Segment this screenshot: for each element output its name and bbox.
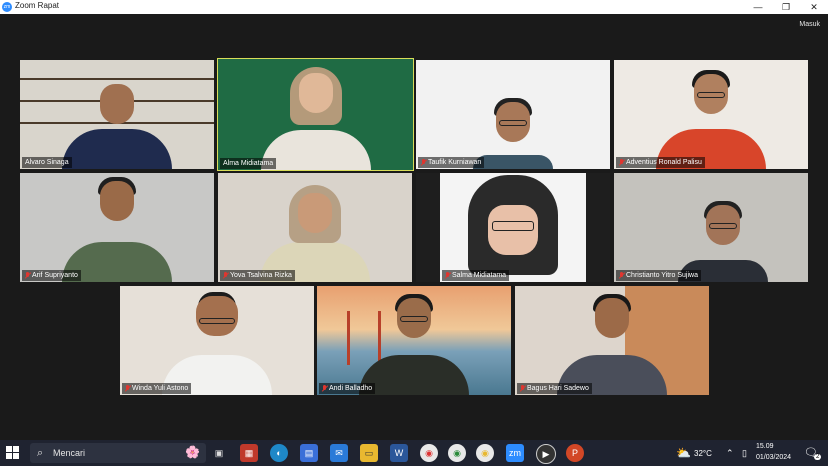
participant-name: Salma Midiatama — [452, 272, 507, 279]
windows-logo-pane — [13, 453, 19, 459]
participant-name-label: Christianto Yitro Sujiwa — [616, 270, 701, 281]
mic-muted-icon — [223, 272, 228, 279]
powerpoint-icon[interactable]: P — [566, 444, 584, 462]
mic-muted-icon — [520, 385, 525, 392]
minimize-button[interactable]: — — [744, 0, 772, 14]
participant-face — [298, 73, 333, 113]
close-button[interactable]: ✕ — [800, 0, 828, 14]
video-tile[interactable]: Yova Tsalvina Rizka — [218, 173, 412, 282]
video-tile[interactable]: Bagus Hari Sadewo — [515, 286, 709, 395]
video-tile[interactable]: Winda Yuli Astono — [120, 286, 314, 395]
zoom-logo-icon: zm — [2, 2, 12, 12]
participant-name-label: Andi Balladho — [319, 383, 376, 394]
mic-muted-icon — [125, 385, 130, 392]
zoom-taskbar-icon[interactable]: zm — [506, 444, 524, 462]
video-tile[interactable]: Salma Midiatama — [416, 173, 610, 282]
video-tile[interactable]: Arif Supriyanto — [20, 173, 214, 282]
participant-name: Adventius Ronald Palisu — [626, 159, 702, 166]
video-tile[interactable]: Christianto Yitro Sujiwa — [614, 173, 808, 282]
mic-muted-icon — [619, 272, 624, 279]
participant-face — [196, 296, 238, 336]
mic-muted-icon — [322, 385, 327, 392]
sign-in-button[interactable]: Masuk — [799, 21, 820, 28]
participant-video — [473, 155, 553, 169]
chevron-up-icon[interactable]: ⌃ — [726, 448, 734, 459]
video-tile-active-speaker[interactable]: Alma Midiatama — [217, 58, 414, 171]
participant-name-label: Yova Tsalvina Rizka — [220, 270, 295, 281]
participant-name-label: Bagus Hari Sadewo — [517, 383, 592, 394]
network-icon[interactable]: ▯ — [742, 448, 747, 459]
participant-name: Bagus Hari Sadewo — [527, 385, 589, 392]
participant-face — [100, 181, 134, 221]
participant-name: Yova Tsalvina Rizka — [230, 272, 292, 279]
bridge-background — [347, 311, 381, 365]
weather-icon: ⛅ — [676, 446, 691, 460]
mic-muted-icon — [445, 272, 450, 279]
store-icon[interactable]: ▤ — [300, 444, 318, 462]
video-tile[interactable]: Taufik Kurniawan — [416, 60, 610, 169]
participant-face — [708, 223, 737, 229]
taskbar: ⌕ Mencari 🌸 ▣ ▦ ◐ ▤ ✉ ▭ W ◉ ◉ ◉ zm ▶ P ⛅… — [0, 440, 828, 466]
participant-name-label: Arif Supriyanto — [22, 270, 81, 281]
windows-logo-pane — [13, 446, 19, 452]
video-tile[interactable]: Adventius Ronald Palisu — [614, 60, 808, 169]
participant-name-label: Adventius Ronald Palisu — [616, 157, 705, 168]
notification-badge: 2 — [814, 454, 822, 460]
participant-name-label: Alvaro Sinaga — [22, 157, 72, 168]
participant-name-label: Salma Midiatama — [442, 270, 510, 281]
participant-name: Andi Balladho — [329, 385, 373, 392]
word-icon[interactable]: W — [390, 444, 408, 462]
gift-app-icon[interactable]: ▦ — [240, 444, 258, 462]
chrome-icon[interactable]: ◉ — [476, 444, 494, 462]
restore-button[interactable]: ❐ — [772, 0, 800, 14]
video-tile[interactable]: Andi Balladho — [317, 286, 511, 395]
participant-face — [199, 318, 235, 324]
participant-face — [400, 316, 428, 322]
mic-muted-icon — [25, 272, 30, 279]
mic-muted-icon — [421, 159, 426, 166]
participant-name: Christianto Yitro Sujiwa — [626, 272, 698, 279]
participant-name: Taufik Kurniawan — [428, 159, 482, 166]
window-title: Zoom Rapat — [15, 1, 60, 10]
participant-face — [499, 120, 527, 126]
mail-icon[interactable]: ✉ — [330, 444, 348, 462]
participant-name: Alvaro Sinaga — [25, 159, 69, 166]
task-view-icon[interactable]: ▣ — [210, 444, 228, 462]
participant-face — [595, 298, 629, 338]
chrome-icon[interactable]: ◉ — [448, 444, 466, 462]
participant-face — [697, 92, 725, 98]
windows-logo-pane — [6, 446, 12, 452]
participant-face — [492, 221, 534, 231]
participant-face — [100, 84, 134, 124]
participant-name-label: Alma Midiatama — [220, 158, 277, 169]
mic-muted-icon — [619, 159, 624, 166]
taskbar-search[interactable]: ⌕ Mencari 🌸 — [30, 443, 206, 463]
search-highlight-icon: 🌸 — [185, 445, 200, 459]
video-tile[interactable]: Alvaro Sinaga — [20, 60, 214, 169]
edge-icon[interactable]: ◐ — [270, 444, 288, 462]
temperature[interactable]: 32°C — [694, 449, 712, 458]
search-icon: ⌕ — [37, 447, 44, 459]
participant-name-label: Winda Yuli Astono — [122, 383, 192, 394]
clock-time[interactable]: 15.09 — [756, 443, 774, 450]
windows-logo-pane — [6, 453, 12, 459]
windows-start-icon[interactable] — [6, 446, 20, 460]
chrome-icon[interactable]: ◉ — [420, 444, 438, 462]
participant-name: Winda Yuli Astono — [132, 385, 189, 392]
title-bar: zm Zoom Rapat — ❐ ✕ — [0, 0, 828, 14]
media-player-icon[interactable]: ▶ — [536, 444, 556, 464]
participant-name: Arif Supriyanto — [32, 272, 78, 279]
bookshelf — [20, 78, 214, 80]
file-explorer-icon[interactable]: ▭ — [360, 444, 378, 462]
participant-name-label: Taufik Kurniawan — [418, 157, 485, 168]
search-input[interactable]: Mencari — [53, 448, 85, 458]
clock-date[interactable]: 01/03/2024 — [756, 454, 791, 461]
participant-name: Alma Midiatama — [223, 160, 274, 167]
participant-face — [298, 193, 332, 233]
